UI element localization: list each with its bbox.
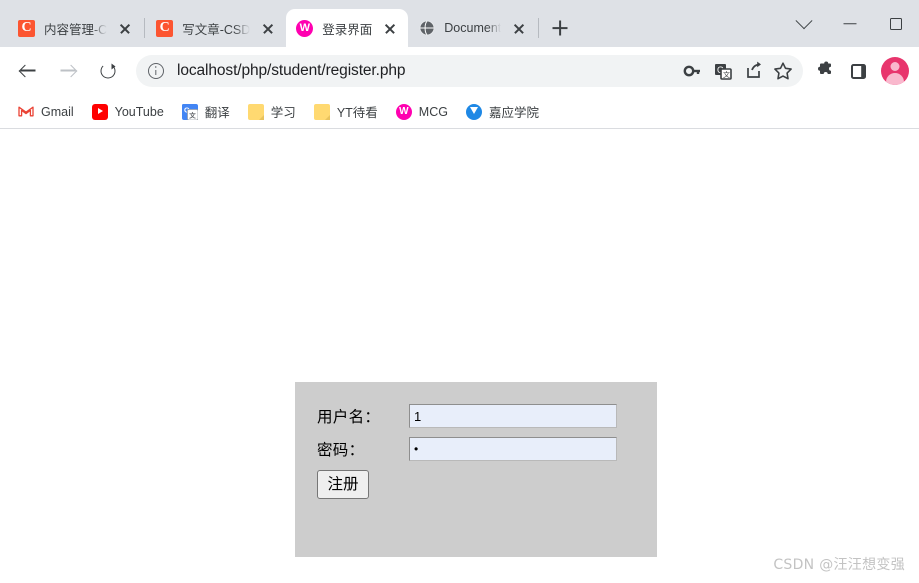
youtube-icon (91, 103, 108, 120)
site-info-icon[interactable] (148, 63, 164, 79)
tab-strip: C 内容管理-C C 写文章-CSD W 登录界面 Document (0, 0, 919, 47)
address-bar[interactable]: localhost/php/student/register.php G 文 (136, 55, 803, 87)
maximize-icon[interactable] (873, 5, 919, 43)
window-controls (781, 0, 919, 47)
tab-close-icon[interactable] (258, 18, 278, 38)
bookmark-label: 嘉应学院 (488, 106, 539, 120)
csdn-watermark: CSDN @汪汪想变强 (773, 557, 905, 573)
chevron-down-icon[interactable] (781, 5, 827, 43)
share-icon[interactable] (739, 57, 767, 85)
bookmark-jiaying[interactable]: 嘉应学院 (458, 99, 547, 125)
forward-button[interactable] (52, 55, 84, 87)
tab-divider (538, 18, 540, 38)
profile-avatar[interactable] (881, 57, 909, 85)
reload-button[interactable] (92, 55, 124, 87)
bookmark-label: 翻译 (204, 106, 230, 120)
toolbar-actions (807, 56, 909, 86)
bookmark-folder-study[interactable]: 学习 (240, 99, 304, 125)
tab-1[interactable]: C 写文章-CSD (146, 9, 286, 47)
svg-text:文: 文 (723, 70, 730, 79)
folder-icon (247, 103, 264, 120)
minimize-icon[interactable] (827, 5, 873, 43)
browser-toolbar: localhost/php/student/register.php G 文 (0, 47, 919, 95)
tab-title: Document (444, 21, 502, 35)
csdn-icon: C (18, 19, 35, 37)
jiaying-icon (465, 103, 482, 120)
tab-title: 内容管理-C (44, 22, 108, 37)
tab-close-icon[interactable] (115, 18, 135, 38)
submit-row: 注册 (317, 470, 657, 499)
tab-close-icon[interactable] (509, 18, 529, 38)
password-label: 密码： (317, 441, 365, 459)
new-tab-button[interactable] (546, 14, 574, 42)
bookmark-gmail[interactable]: Gmail (10, 99, 82, 125)
bookmarks-bar: Gmail YouTube G 文 翻译 学习 YT待看 W MCG 嘉应学院 (0, 95, 919, 129)
mcg-w-icon: W (395, 103, 412, 120)
url-text[interactable]: localhost/php/student/register.php (177, 62, 677, 80)
username-label: 用户名： (317, 408, 381, 426)
bookmark-label: Gmail (41, 104, 74, 119)
bookmark-label: MCG (418, 104, 448, 119)
key-icon[interactable] (679, 57, 707, 85)
bookmark-label: YouTube (114, 104, 164, 119)
bookmark-label: 学习 (270, 106, 296, 120)
username-input[interactable] (409, 404, 617, 428)
tab-title: 登录界面 (322, 22, 373, 37)
register-button[interactable]: 注册 (317, 470, 369, 499)
browser-window: C 内容管理-C C 写文章-CSD W 登录界面 Document local… (0, 0, 919, 583)
google-translate-icon: G 文 (181, 103, 198, 120)
tab-title: 写文章-CSD (182, 22, 251, 37)
bookmark-folder-yt[interactable]: YT待看 (306, 99, 386, 125)
side-panel-icon[interactable] (843, 56, 873, 86)
register-form-panel: 用户名： 密码： 注册 (295, 382, 657, 557)
bookmark-star-icon[interactable] (769, 57, 797, 85)
password-input[interactable] (409, 437, 617, 461)
puzzle-icon[interactable] (810, 56, 840, 86)
username-row: 用户名： (317, 404, 657, 428)
page-viewport: 用户名： 密码： 注册 CSDN @汪汪想变强 (0, 129, 919, 583)
password-row: 密码： (317, 437, 657, 461)
folder-icon (313, 103, 330, 120)
tab-close-icon[interactable] (380, 18, 400, 38)
tab-2-active[interactable]: W 登录界面 (286, 9, 409, 47)
bookmark-translate[interactable]: G 文 翻译 (174, 99, 238, 125)
bookmark-label: YT待看 (336, 106, 378, 120)
tab-divider (144, 18, 146, 38)
csdn-icon: C (156, 19, 174, 37)
bookmark-youtube[interactable]: YouTube (84, 99, 172, 125)
translate-icon[interactable]: G 文 (709, 57, 737, 85)
globe-icon (418, 20, 435, 37)
tab-3[interactable]: Document (408, 9, 537, 47)
gmail-icon (18, 104, 34, 120)
bookmark-mcg[interactable]: W MCG (388, 99, 456, 125)
svg-text:文: 文 (188, 110, 196, 119)
tab-0[interactable]: C 内容管理-C (8, 9, 143, 47)
back-button[interactable] (12, 55, 44, 87)
mcg-w-icon: W (296, 19, 314, 37)
